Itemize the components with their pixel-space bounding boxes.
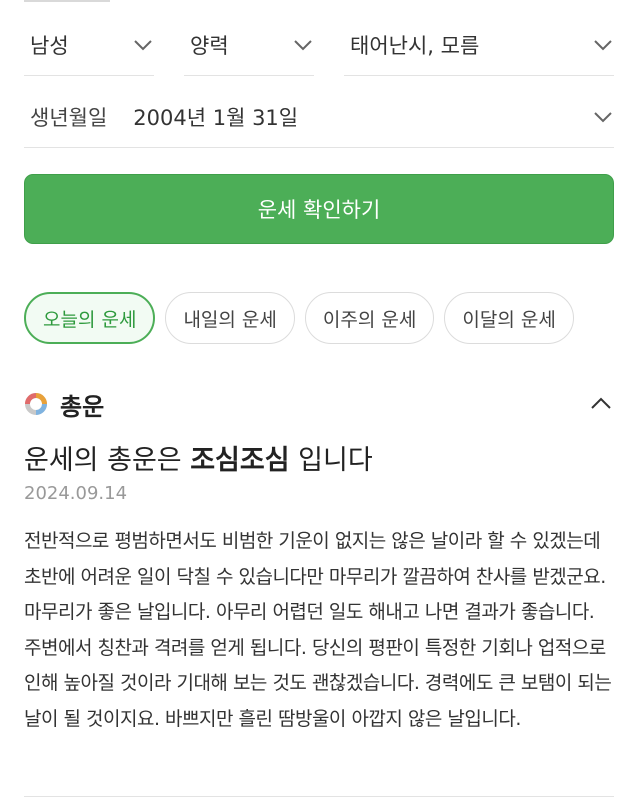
fortune-headline: 운세의 총운은 조심조심 입니다 xyxy=(24,438,373,477)
tab-this-week-label: 이주의 운세 xyxy=(322,308,417,331)
calendar-type-select[interactable]: 양력 xyxy=(184,14,314,76)
check-fortune-label: 운세 확인하기 xyxy=(257,198,381,222)
tab-tomorrow[interactable]: 내일의 운세 xyxy=(165,292,295,344)
section-title: 총운 xyxy=(60,392,105,421)
tab-this-month[interactable]: 이달의 운세 xyxy=(444,292,574,344)
birth-time-value: 태어난시, 모름 xyxy=(350,33,480,58)
bottom-divider xyxy=(24,796,614,797)
chevron-down-icon xyxy=(594,39,612,50)
calendar-type-value: 양력 xyxy=(190,33,229,58)
chevron-down-icon xyxy=(294,39,312,50)
tab-this-week[interactable]: 이주의 운세 xyxy=(304,292,435,344)
section-header: 총운 xyxy=(24,384,614,424)
tab-this-month-label: 이달의 운세 xyxy=(462,308,556,331)
gender-select[interactable]: 남성 xyxy=(24,14,154,76)
headline-emphasis: 조심조심 xyxy=(190,445,290,476)
headline-suffix: 입니다 xyxy=(289,445,373,476)
headline-prefix: 운세의 총운은 xyxy=(24,445,191,476)
gender-value: 남성 xyxy=(30,33,69,58)
birth-time-select[interactable]: 태어난시, 모름 xyxy=(344,14,614,76)
tab-today[interactable]: 오늘의 운세 xyxy=(24,292,156,344)
top-divider xyxy=(24,0,110,2)
birthdate-value: 2004년 1월 31일 xyxy=(133,105,299,130)
donut-chart-icon xyxy=(25,393,47,415)
chevron-up-icon[interactable] xyxy=(588,391,614,417)
birthdate-label: 생년월일 xyxy=(30,105,108,130)
check-fortune-button[interactable]: 운세 확인하기 xyxy=(24,174,614,244)
tab-tomorrow-label: 내일의 운세 xyxy=(183,308,277,331)
chevron-down-icon xyxy=(594,111,612,122)
fortune-date: 2024.09.14 xyxy=(24,483,128,504)
birthdate-select[interactable]: 생년월일 2004년 1월 31일 xyxy=(24,86,614,148)
fortune-period-tabs: 오늘의 운세 내일의 운세 이주의 운세 이달의 운세 xyxy=(24,292,574,344)
chevron-down-icon xyxy=(134,39,152,50)
fortune-body: 전반적으로 평범하면서도 비범한 기운이 없지는 않은 날이라 할 수 있겠는데… xyxy=(24,530,612,730)
tab-today-label: 오늘의 운세 xyxy=(43,308,137,331)
